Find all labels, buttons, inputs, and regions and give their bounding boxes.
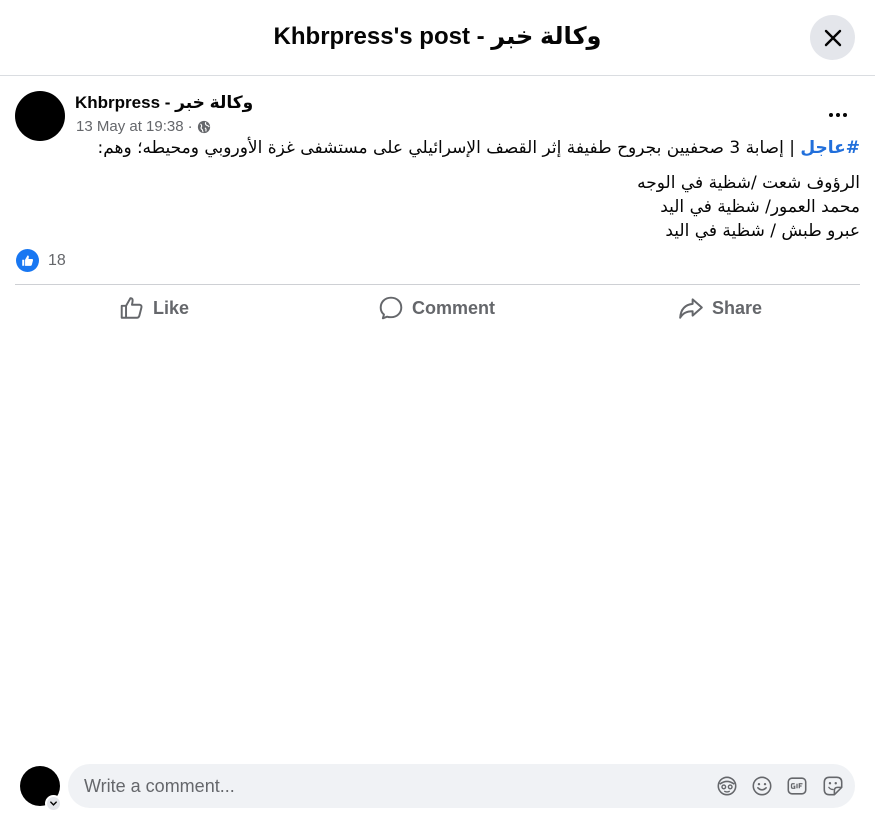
headline-text: | إصابة 3 صحفيين بجروح طفيفة إثر القصف ا… (97, 138, 801, 158)
author-avatar[interactable] (15, 91, 65, 141)
gif-button[interactable] (786, 775, 808, 797)
more-dot-icon (843, 113, 847, 117)
post-text: #عاجل | إصابة 3 صحفيين بجروح طفيفة إثر ا… (16, 136, 860, 243)
close-icon (824, 29, 841, 46)
share-icon (679, 298, 703, 319)
gif-icon (787, 777, 807, 795)
post-meta: 13 May at 19:38 · (76, 118, 211, 135)
post-actions: Like Comment Share (15, 284, 860, 332)
meta-separator: · (187, 118, 193, 135)
hashtag-link[interactable]: #عاجل (800, 138, 860, 158)
sticker-icon (823, 776, 843, 796)
close-button[interactable] (810, 15, 855, 60)
emoji-icon (752, 776, 772, 796)
post-headline: #عاجل | إصابة 3 صحفيين بجروح طفيفة إثر ا… (16, 136, 860, 160)
author-name[interactable]: Khbrpress - وكالة خبر (75, 93, 253, 113)
globe-icon (197, 120, 210, 133)
post-line: عبرو طبش / شظية في اليد (665, 221, 860, 241)
post-line: محمد العمور/ شظية في اليد (660, 197, 860, 217)
post-timestamp[interactable]: 13 May at 19:38 (76, 118, 184, 135)
dialog-title: Khbrpress's post - وكالة خبر (273, 23, 602, 50)
comment-label: Comment (412, 297, 496, 318)
more-dot-icon (836, 113, 840, 117)
post-line: الرؤوف شعت /شظية في الوجه (637, 173, 860, 193)
reactions-summary[interactable]: 18 (16, 249, 66, 272)
account-switch-button[interactable] (45, 795, 62, 812)
more-options-button[interactable] (818, 100, 858, 130)
comment-button[interactable]: Comment (378, 295, 495, 321)
thumbs-up-icon (120, 297, 143, 319)
share-button[interactable]: Share (678, 295, 762, 321)
like-reaction-icon (16, 249, 39, 272)
avatar-sticker-button[interactable] (716, 775, 738, 797)
chevron-down-icon (50, 801, 57, 806)
comment-composer (0, 762, 875, 812)
emoji-button[interactable] (751, 775, 773, 797)
reaction-count: 18 (48, 251, 66, 269)
share-label: Share (712, 297, 763, 318)
dialog-header: Khbrpress's post - وكالة خبر (0, 0, 875, 76)
more-dot-icon (829, 113, 833, 117)
like-button[interactable]: Like (119, 295, 189, 321)
like-label: Like (153, 297, 190, 318)
sticker-button[interactable] (822, 775, 844, 797)
comment-icon (379, 296, 403, 320)
avatar-sticker-icon (717, 776, 737, 796)
